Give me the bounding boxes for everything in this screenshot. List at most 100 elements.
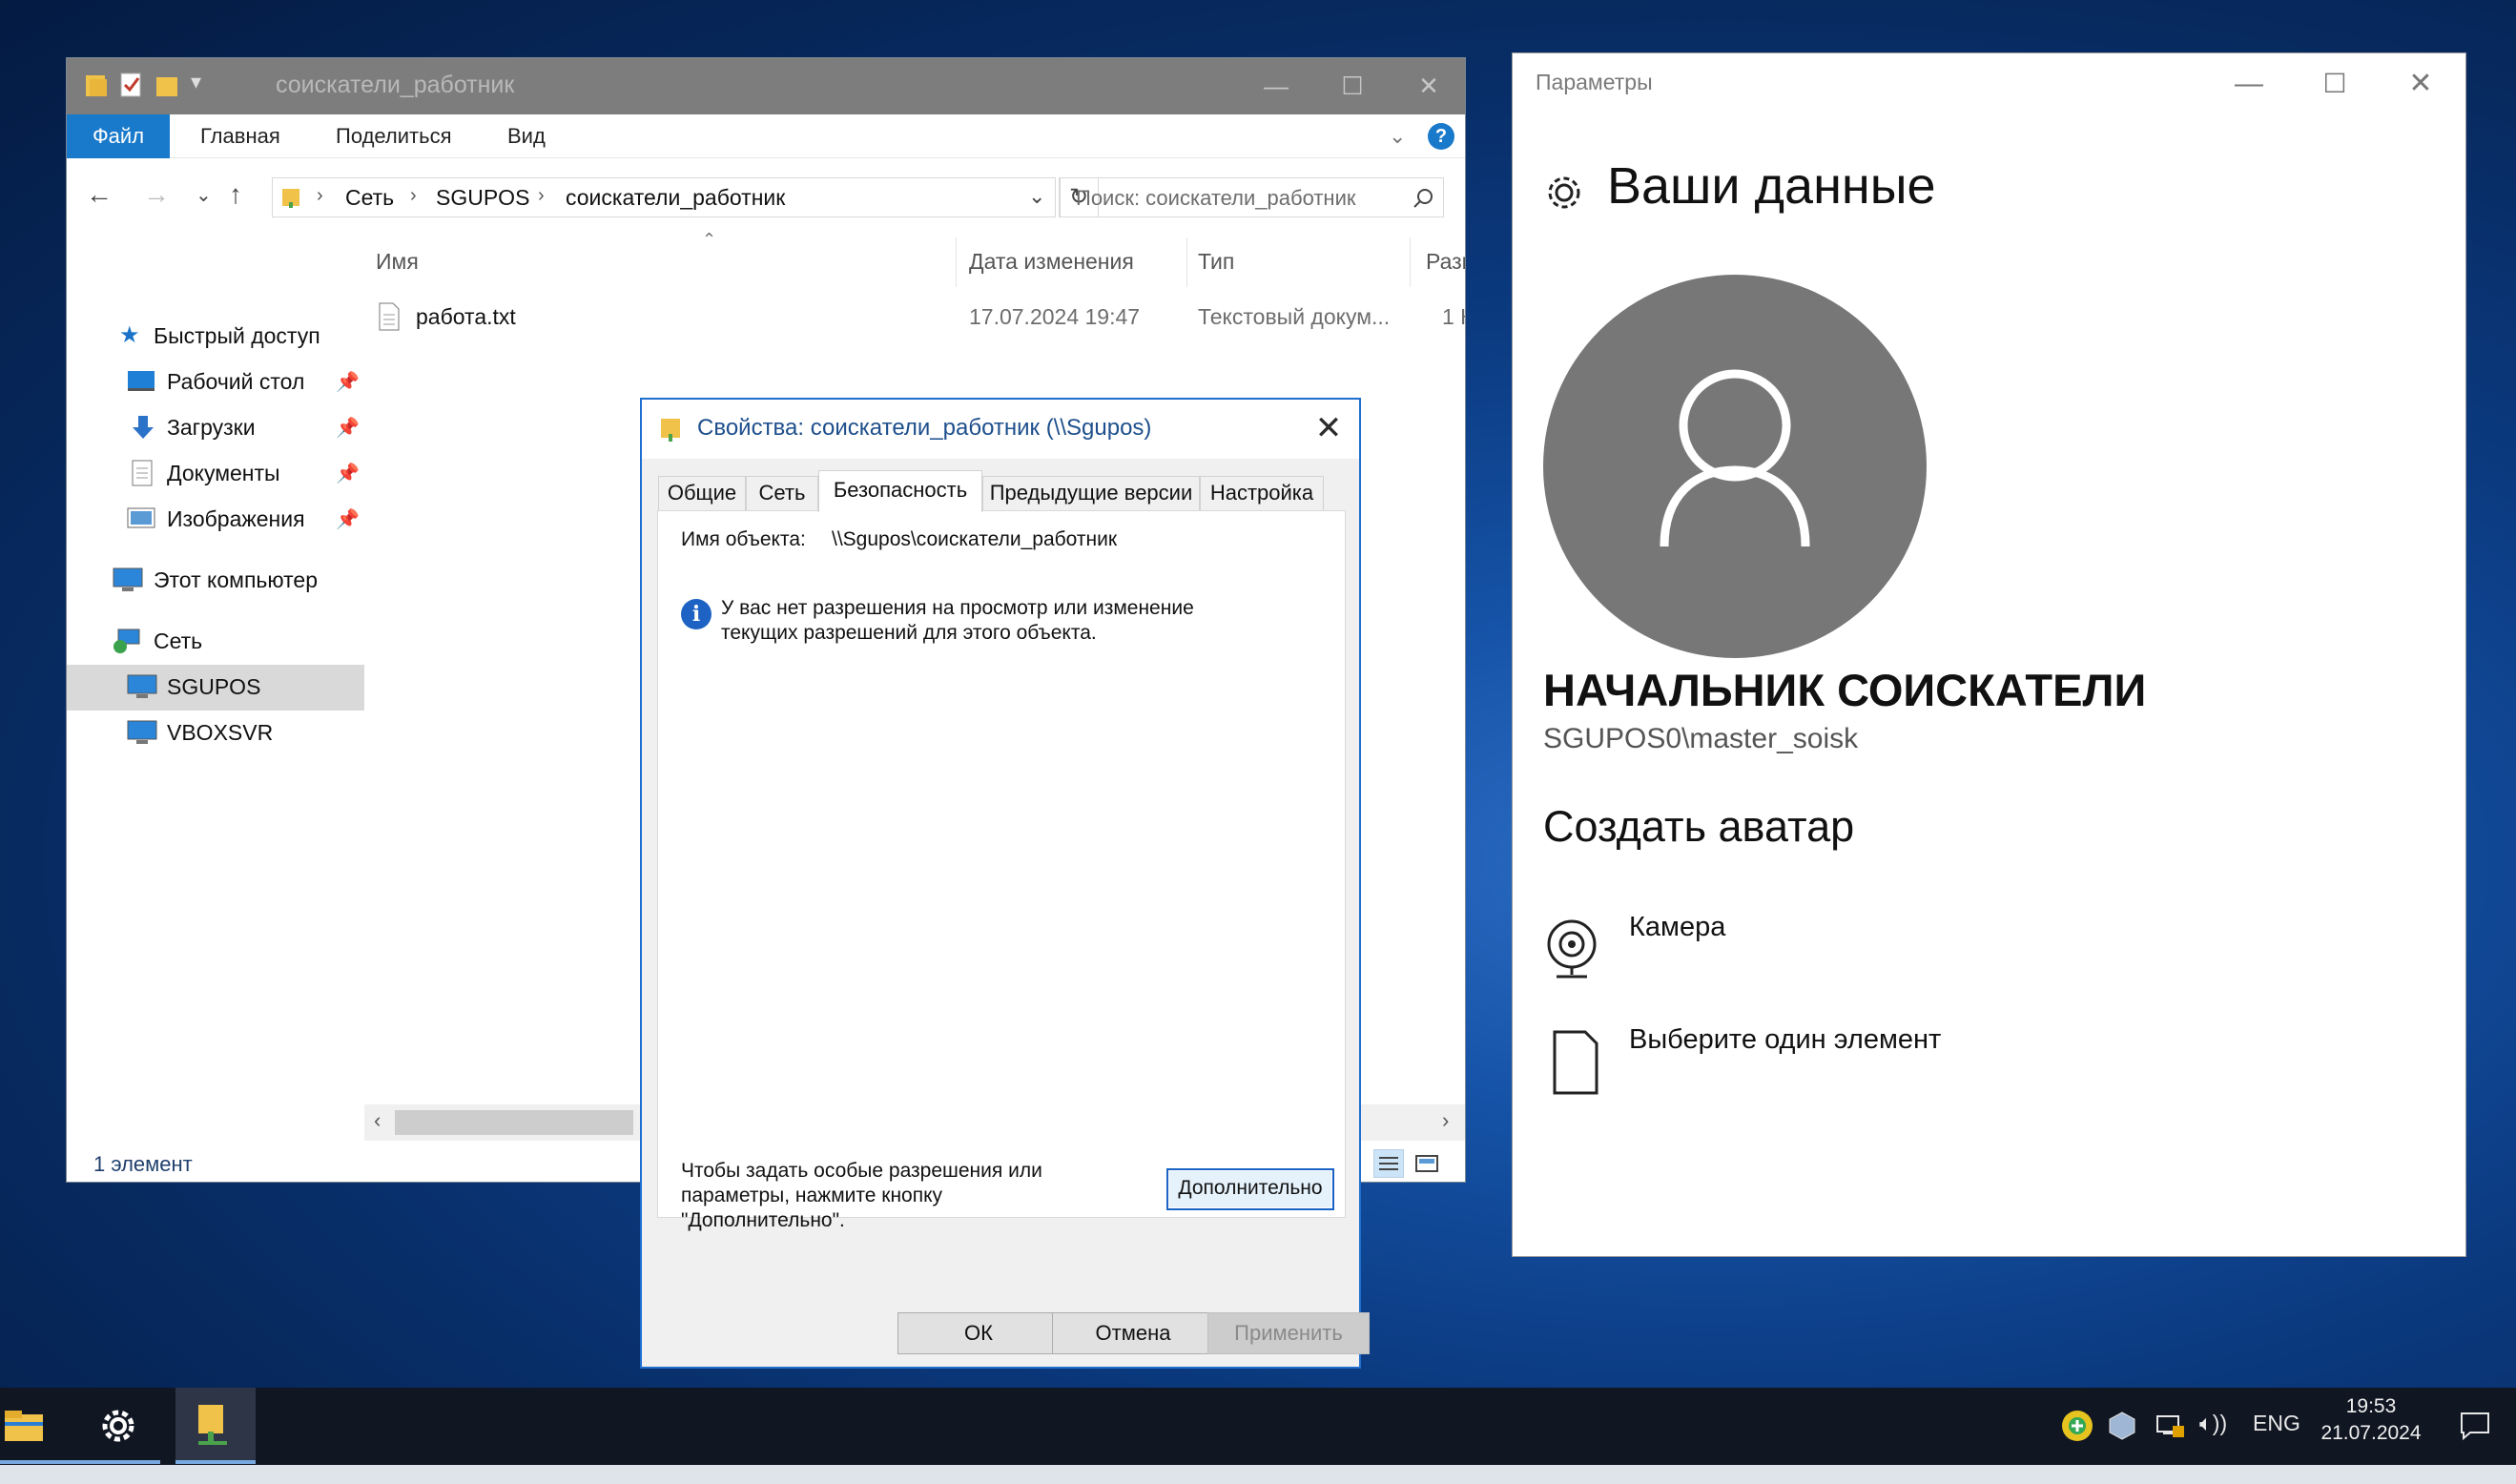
nav-this-pc[interactable]: Этот компьютер (67, 558, 364, 604)
language-indicator[interactable]: ENG (2253, 1411, 2300, 1436)
details-view-icon[interactable] (1373, 1149, 1404, 1178)
ok-button[interactable]: ОК (897, 1312, 1060, 1354)
computer-icon (127, 719, 157, 746)
nav-label: Загрузки (167, 415, 256, 440)
pin-icon[interactable]: 📌 (336, 507, 360, 531)
scroll-left-icon[interactable]: ‹ (374, 1108, 381, 1133)
nav-vboxsvr[interactable]: VBOXSVR (67, 711, 364, 756)
breadcrumb-sgupos[interactable]: SGUPOS (436, 185, 529, 211)
breadcrumb-separator: › (317, 185, 323, 206)
close-button[interactable]: ✕ (1391, 58, 1465, 114)
file-icon (1551, 1030, 1600, 1097)
user-account: SGUPOS0\master_soisk (1543, 723, 1859, 754)
column-header-name[interactable]: Имя (376, 249, 419, 275)
browse-option[interactable]: Выберите один элемент (1543, 1024, 2211, 1101)
taskbar-settings-button[interactable] (80, 1388, 160, 1464)
active-indicator (80, 1460, 160, 1464)
up-arrow-icon[interactable]: ↑ (229, 179, 242, 210)
tab-customize[interactable]: Настройка (1200, 476, 1324, 510)
address-bar[interactable]: › Сеть › SGUPOS › соискатели_работник ⌄ (272, 177, 1056, 217)
pin-icon[interactable]: 📌 (336, 416, 360, 440)
column-header-size[interactable]: Размер (1426, 249, 1465, 275)
clock[interactable]: 19:53 21.07.2024 (2314, 1395, 2428, 1445)
clock-time: 19:53 (2345, 1395, 2397, 1417)
scrollbar-thumb[interactable] (395, 1110, 633, 1135)
tab-share[interactable]: Поделиться (336, 114, 451, 158)
column-divider[interactable] (1410, 237, 1411, 287)
scroll-right-icon[interactable]: › (1442, 1108, 1449, 1133)
address-dropdown-chevron-icon[interactable]: ⌄ (1028, 184, 1045, 209)
breadcrumb-network[interactable]: Сеть (345, 185, 394, 211)
back-arrow-icon[interactable]: ← (86, 179, 113, 210)
pin-icon[interactable]: 📌 (336, 462, 360, 485)
settings-window: Параметры — ☐ ✕ Ваши данные НАЧАЛЬНИК СО… (1512, 52, 2466, 1257)
notifications-icon[interactable] (2459, 1411, 2491, 1441)
tab-view[interactable]: Вид (507, 114, 546, 158)
apply-button[interactable]: Применить (1207, 1312, 1370, 1354)
nav-pictures[interactable]: Изображения 📌 (67, 497, 364, 543)
cancel-button[interactable]: Отмена (1052, 1312, 1214, 1354)
properties-quick-icon[interactable] (119, 72, 144, 98)
file-date: 17.07.2024 19:47 (969, 304, 1141, 329)
breadcrumb-current-folder[interactable]: соискатели_работник (566, 185, 785, 211)
search-icon[interactable] (1412, 187, 1434, 210)
volume-icon[interactable]: 🔈︎)) (2199, 1411, 2227, 1436)
column-divider[interactable] (1186, 237, 1187, 287)
help-icon[interactable]: ? (1428, 123, 1454, 150)
minimize-button[interactable]: — (1238, 58, 1314, 114)
tab-security[interactable]: Безопасность (818, 470, 982, 512)
dialog-close-icon[interactable]: ✕ (1302, 403, 1355, 457)
expand-ribbon-icon[interactable]: ⌄ (1389, 124, 1406, 149)
column-divider[interactable] (956, 237, 957, 287)
gear-icon (97, 1405, 139, 1447)
close-button[interactable]: ✕ (2378, 61, 2464, 107)
pin-icon[interactable]: 📌 (336, 370, 360, 394)
info-icon: i (681, 599, 711, 629)
dialog-titlebar: Свойства: соискатели_работник (\\Sgupos)… (642, 400, 1359, 459)
file-row[interactable]: работа.txt 17.07.2024 19:47 Текстовый до… (364, 297, 1465, 340)
tray-virtualbox-icon[interactable] (2108, 1411, 2136, 1441)
nav-quick-access[interactable]: ★ Быстрый доступ (67, 314, 364, 360)
active-indicator (175, 1460, 256, 1464)
documents-icon (131, 460, 154, 486)
recent-locations-chevron-icon[interactable]: ⌄ (196, 183, 212, 207)
desktop-icon (127, 368, 155, 393)
tab-sharing[interactable]: Сеть (746, 476, 818, 510)
advanced-button[interactable]: Дополнительно (1166, 1168, 1334, 1210)
camera-option[interactable]: Камера (1543, 912, 2211, 988)
object-name-value: \\Sgupos\соискатели_работник (832, 528, 1118, 550)
nav-network[interactable]: Сеть (67, 619, 364, 665)
download-arrow-icon (131, 414, 155, 441)
tray-update-icon[interactable] (2062, 1411, 2093, 1441)
avatar (1543, 275, 1927, 658)
nav-sgupos[interactable]: SGUPOS (67, 665, 364, 711)
maximize-button[interactable]: ☐ (2292, 61, 2378, 107)
minimize-button[interactable]: — (2206, 61, 2292, 107)
person-icon (1660, 369, 1810, 547)
new-folder-quick-icon[interactable] (155, 72, 179, 98)
tab-previous-versions[interactable]: Предыдущие версии (982, 476, 1200, 510)
forward-arrow-icon[interactable]: → (143, 179, 170, 210)
tab-file[interactable]: Файл (67, 114, 170, 158)
nav-label: VBOXSVR (167, 720, 274, 745)
customize-quick-access-icon[interactable]: ▾ (191, 70, 201, 94)
navigation-pane: ★ Быстрый доступ Рабочий стол 📌 Загрузки… (67, 237, 364, 1105)
file-name: работа.txt (416, 304, 516, 329)
pictures-icon (127, 505, 155, 530)
nav-documents[interactable]: Документы 📌 (67, 451, 364, 497)
maximize-button[interactable]: ☐ (1314, 58, 1391, 114)
search-box[interactable]: Поиск: соискатели_работник (1060, 177, 1444, 217)
taskbar-explorer-button[interactable] (0, 1388, 80, 1464)
tab-general[interactable]: Общие (658, 476, 746, 510)
large-icons-view-icon[interactable] (1412, 1149, 1442, 1178)
network-folder-icon (280, 185, 303, 210)
taskbar-network-folder-button[interactable] (175, 1388, 256, 1464)
tab-home[interactable]: Главная (200, 114, 280, 158)
tray-network-icon[interactable] (2154, 1411, 2186, 1441)
nav-downloads[interactable]: Загрузки 📌 (67, 405, 364, 451)
navigation-bar: ← → ⌄ ↑ › Сеть › SGUPOS › соискатели_раб… (67, 158, 1465, 237)
search-input[interactable]: Поиск: соискатели_работник (1076, 186, 1355, 211)
nav-desktop[interactable]: Рабочий стол 📌 (67, 360, 364, 405)
column-header-date[interactable]: Дата изменения (969, 249, 1134, 275)
column-header-type[interactable]: Тип (1198, 249, 1234, 275)
